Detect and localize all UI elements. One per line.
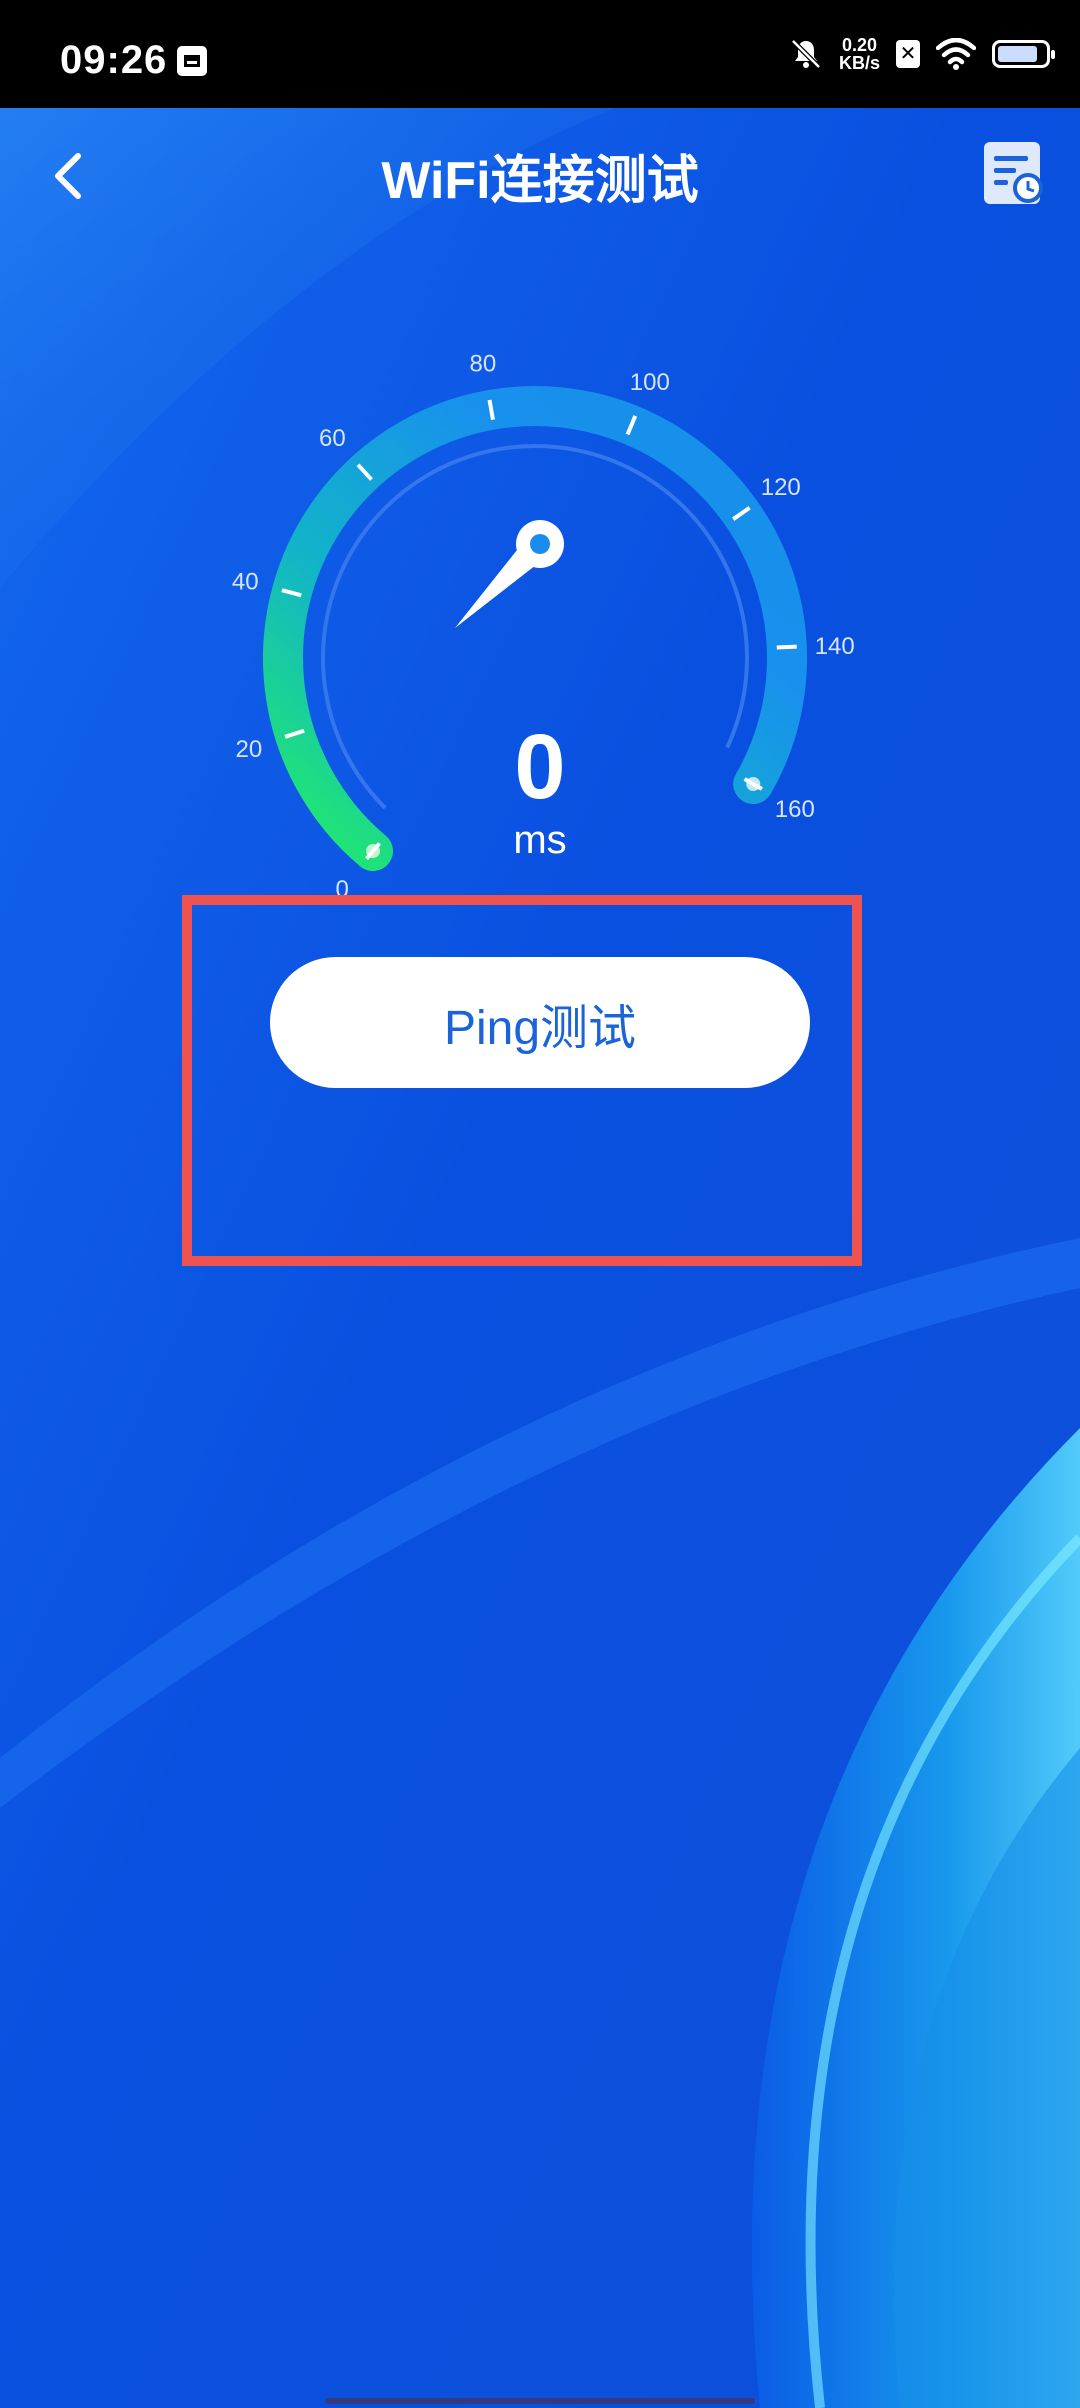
gauge-tick-label: 60 bbox=[319, 425, 346, 452]
gauge-value: 0 bbox=[514, 716, 565, 818]
battery-level bbox=[998, 46, 1038, 62]
gauge-tick-label: 140 bbox=[815, 633, 855, 660]
gauge-tick-label: 160 bbox=[775, 796, 815, 823]
calendar-app-icon bbox=[177, 46, 207, 76]
battery-icon bbox=[992, 40, 1055, 68]
gauge-tick-label: 20 bbox=[236, 736, 263, 763]
status-right-icons: 0.20 KB/s ✕ bbox=[789, 36, 1055, 72]
ping-gauge: 0 20 40 60 80 100 120 140 160 0 ms bbox=[232, 351, 855, 903]
gauge-tick-label: 80 bbox=[470, 351, 497, 378]
gauge-tick-label: 100 bbox=[630, 369, 670, 396]
home-indicator[interactable] bbox=[325, 2398, 755, 2404]
mute-bell-icon bbox=[791, 39, 821, 69]
wifi-icon bbox=[936, 38, 976, 70]
status-time: 09:26 bbox=[60, 38, 168, 82]
gauge-tick bbox=[776, 644, 797, 650]
ping-test-button[interactable]: Ping测试 bbox=[270, 957, 810, 1088]
status-bar: 09:26 0.20 KB/s ✕ bbox=[0, 0, 1080, 108]
network-speed: 0.20 KB/s bbox=[839, 36, 880, 72]
gauge-needle bbox=[455, 520, 564, 628]
gauge-tick-label: 120 bbox=[761, 474, 801, 501]
gauge-tick-label: 40 bbox=[232, 568, 259, 595]
gauge-tick-label: 0 bbox=[335, 876, 348, 903]
gauge-needle-hub-dot bbox=[530, 534, 550, 554]
no-sim-icon: ✕ bbox=[896, 40, 920, 68]
network-speed-unit: KB/s bbox=[838, 53, 880, 73]
gauge-unit: ms bbox=[513, 818, 566, 862]
network-speed-value: 0.20 bbox=[841, 35, 878, 55]
